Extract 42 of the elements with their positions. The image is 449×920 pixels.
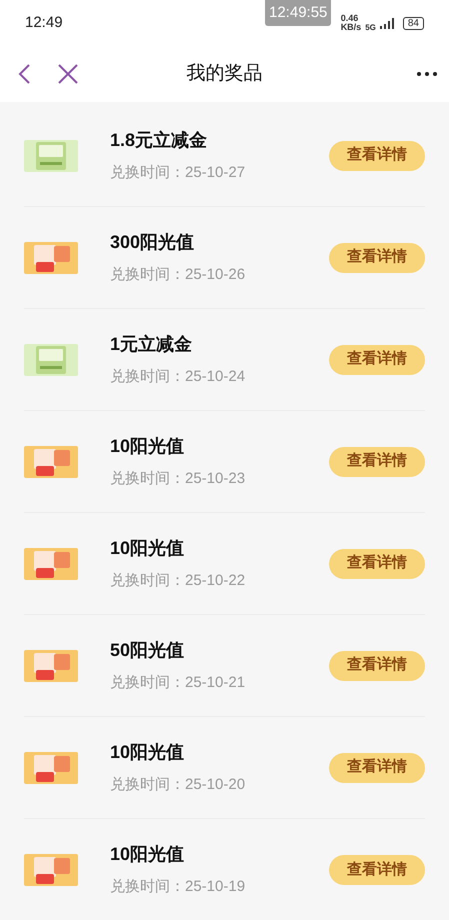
redeem-date: 兑换时间：25-10-22 — [110, 570, 246, 591]
redeem-date: 兑换时间：25-10-23 — [110, 468, 246, 489]
network-type: 5G — [365, 22, 376, 34]
redeem-date: 兑换时间：25-10-19 — [110, 877, 246, 898]
redeem-date: 兑换时间：25-10-27 — [110, 162, 246, 183]
prize-name: 10阳光值 — [110, 843, 186, 866]
view-details-button[interactable]: 查看详情 — [329, 344, 425, 374]
view-details-button[interactable]: 查看详情 — [329, 140, 425, 170]
redeem-date: 兑换时间：25-10-26 — [110, 264, 246, 285]
prize-name: 10阳光值 — [110, 536, 186, 560]
prize-name: 1元立减金 — [110, 332, 194, 356]
prize-name: 10阳光值 — [110, 434, 186, 458]
gift-card-thumbnail — [24, 446, 78, 478]
floating-clock: 12:49:55 — [265, 0, 332, 26]
gift-card-thumbnail — [24, 548, 78, 580]
gift-card-thumbnail — [24, 854, 78, 886]
view-details-button[interactable]: 查看详情 — [329, 242, 425, 272]
view-details-button[interactable]: 查看详情 — [329, 650, 425, 680]
voucher-thumbnail — [24, 140, 78, 172]
battery-indicator: 84 — [402, 16, 424, 30]
view-details-button[interactable]: 查看详情 — [329, 752, 425, 782]
view-details-button[interactable]: 查看详情 — [329, 446, 425, 476]
close-icon — [57, 63, 79, 85]
speed-unit: KB/s — [340, 23, 362, 32]
view-details-button[interactable]: 查看详情 — [329, 548, 425, 578]
network-speed: 0.46 — [340, 14, 360, 23]
voucher-thumbnail — [24, 344, 78, 376]
back-icon — [17, 63, 31, 85]
prize-name: 300阳光值 — [110, 230, 196, 254]
prize-name: 10阳光值 — [110, 740, 186, 764]
view-details-button[interactable]: 查看详情 — [329, 855, 425, 885]
redeem-date: 兑换时间：25-10-24 — [110, 366, 246, 387]
redeem-date: 兑换时间：25-10-20 — [110, 774, 246, 795]
status-time: 12:49 — [25, 12, 63, 33]
prize-name: 50阳光值 — [110, 638, 186, 662]
gift-card-thumbnail — [24, 242, 78, 274]
redeem-date: 兑换时间：25-10-21 — [110, 672, 246, 693]
gift-card-thumbnail — [24, 650, 78, 682]
signal-icon — [380, 18, 396, 28]
prize-name: 1.8元立减金 — [110, 128, 208, 152]
page-title: 我的奖品 — [186, 62, 262, 86]
gift-card-thumbnail — [24, 752, 78, 784]
